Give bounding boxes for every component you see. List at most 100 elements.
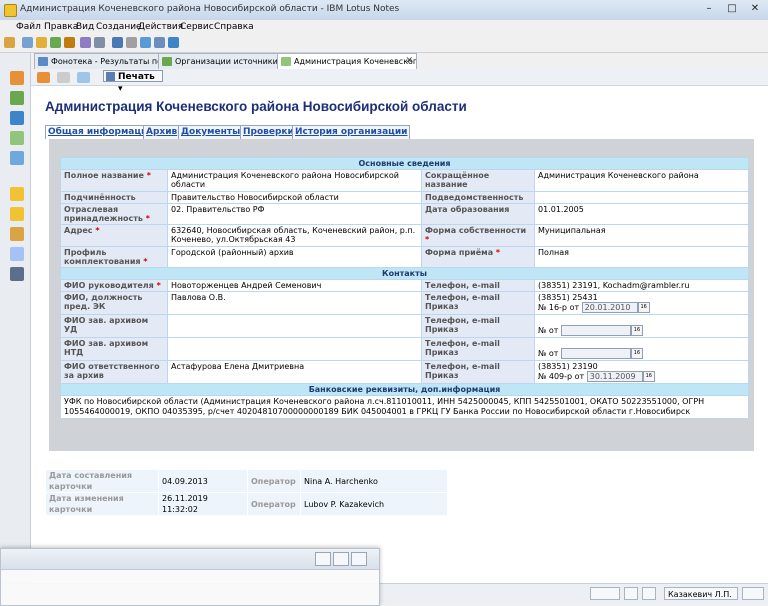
bank-details: УФК по Новосибирской области (Администра… bbox=[60, 395, 749, 419]
tab-organizations[interactable]: Организации источники компл... ✕ bbox=[158, 53, 291, 69]
overlay-maximize-button[interactable] bbox=[333, 552, 349, 566]
founded-value: 01.01.2005 bbox=[534, 203, 749, 225]
print-button[interactable]: Печать ▾ bbox=[103, 70, 163, 94]
bookmark-bar bbox=[0, 53, 31, 583]
ownership-value: Муниципальная bbox=[534, 224, 749, 247]
intake-value: Полная bbox=[534, 246, 749, 268]
calendar-icon[interactable]: 16 bbox=[637, 302, 650, 313]
menu-bar: Файл Правка Вид Создание Действия Сервис… bbox=[0, 20, 768, 34]
commission-chair-label: ФИО, должность пред. ЭК bbox=[60, 291, 168, 315]
tab-inspections[interactable]: Проверки bbox=[240, 125, 297, 139]
online-status-icon[interactable] bbox=[590, 587, 620, 600]
overlay-minimize-button[interactable] bbox=[315, 552, 331, 566]
sync-status-icon[interactable] bbox=[624, 587, 638, 600]
tab-history[interactable]: История организации bbox=[292, 125, 411, 139]
short-name-label: Сокращённое название bbox=[421, 169, 535, 192]
overlay-window-fragment bbox=[0, 548, 380, 606]
mail-status-icon[interactable] bbox=[742, 587, 764, 600]
tab-archive[interactable]: Архив bbox=[143, 125, 181, 139]
paste-icon[interactable] bbox=[168, 37, 179, 48]
director-phone-label: Телефон, e-mail bbox=[421, 279, 535, 292]
window-title: Администрация Коченевского района Новоси… bbox=[20, 4, 400, 14]
order-date-field[interactable] bbox=[560, 325, 631, 336]
tab-label: Администрация Коченевского р... bbox=[294, 57, 417, 66]
menu-create[interactable]: Создание bbox=[96, 22, 142, 32]
copy-icon[interactable] bbox=[154, 37, 165, 48]
responsible-phone-order: (38351) 23190 № 409-р от 30.11.2009 16 bbox=[534, 360, 749, 384]
menu-tools[interactable]: Сервис bbox=[180, 22, 214, 32]
order-date-field[interactable]: 30.11.2009 bbox=[586, 371, 643, 382]
subordination-value: Правительство Новосибирской области bbox=[167, 191, 422, 204]
mail-bookmark-icon[interactable] bbox=[10, 111, 24, 125]
section-bank-header: Банковские реквизиты, доп.информация bbox=[60, 383, 749, 396]
location-user[interactable]: Казакевич Л.П. bbox=[664, 587, 738, 600]
workspace-bookmark-icon[interactable] bbox=[10, 247, 24, 261]
archive-responsible-label: ФИО ответственного за архив bbox=[60, 360, 168, 384]
search-icon[interactable] bbox=[112, 37, 123, 48]
star-icon[interactable] bbox=[36, 37, 47, 48]
modified-label: Дата изменения карточки bbox=[45, 492, 159, 516]
calendar-icon[interactable]: 16 bbox=[630, 348, 643, 359]
menu-file[interactable]: Файл bbox=[16, 22, 41, 32]
lotus-notes-app-icon bbox=[4, 4, 17, 17]
refresh-icon[interactable] bbox=[50, 37, 61, 48]
overlay-close-button[interactable] bbox=[351, 552, 367, 566]
director-label: ФИО руководителя * bbox=[60, 279, 168, 292]
archive-ntd-phone-order-label: Телефон, e-mail Приказ bbox=[421, 337, 535, 361]
copy-document-icon[interactable] bbox=[77, 72, 90, 83]
archive-ud-phone-order-label: Телефон, e-mail Приказ bbox=[421, 314, 535, 338]
address-label: Адрес * bbox=[60, 224, 168, 247]
home-icon[interactable] bbox=[22, 37, 33, 48]
founded-label: Дата образования bbox=[421, 203, 535, 225]
print-button-label: Печать ▾ bbox=[118, 72, 155, 94]
print-icon[interactable] bbox=[140, 37, 151, 48]
calendar-icon[interactable]: 16 bbox=[630, 325, 643, 336]
bookmark-icon[interactable] bbox=[64, 37, 75, 48]
contacts-bookmark-icon[interactable] bbox=[10, 151, 24, 165]
alert-status-icon[interactable] bbox=[642, 587, 656, 600]
commission-phone-order: (38351) 25431 № 16-р от 20.01.2010 16 bbox=[534, 291, 749, 315]
main-toolbar bbox=[0, 34, 768, 53]
close-tab-icon[interactable]: ✕ bbox=[405, 54, 413, 69]
order-date-field[interactable] bbox=[560, 348, 631, 359]
folder-bookmark-icon[interactable] bbox=[10, 187, 24, 201]
full-name-label: Полное название * bbox=[60, 169, 168, 192]
menu-actions[interactable]: Действия bbox=[138, 22, 183, 32]
back-icon[interactable] bbox=[94, 37, 105, 48]
forward-icon[interactable] bbox=[80, 37, 91, 48]
maximize-button[interactable]: □ bbox=[721, 2, 743, 16]
calendar-bookmark-icon[interactable] bbox=[10, 91, 24, 105]
edit-document-icon[interactable] bbox=[37, 72, 50, 83]
minimize-button[interactable]: – bbox=[698, 2, 720, 16]
tab-phonoteka-search[interactable]: Фонотека - Результаты поиска... ✕ bbox=[34, 53, 172, 69]
calendar-icon[interactable]: 16 bbox=[642, 371, 655, 382]
open-icon[interactable] bbox=[4, 37, 15, 48]
industry-value: 02. Правительство РФ bbox=[167, 203, 422, 225]
home-bookmark-icon[interactable] bbox=[10, 71, 24, 85]
tab-documents[interactable]: Документы bbox=[178, 125, 244, 139]
replication-bookmark-icon[interactable] bbox=[10, 227, 24, 241]
archive-head-ud-label: ФИО зав. архивом УД bbox=[60, 314, 168, 338]
todo-bookmark-icon[interactable] bbox=[10, 131, 24, 145]
window-tab-strip: Фонотека - Результаты поиска... ✕ Органи… bbox=[30, 53, 768, 70]
close-window-button[interactable]: ✕ bbox=[744, 2, 766, 16]
departmental-value bbox=[534, 191, 749, 204]
tab-general-info[interactable]: Общая информация bbox=[45, 125, 157, 139]
intake-label: Форма приёма * bbox=[421, 246, 535, 268]
order-date-field[interactable]: 20.01.2010 bbox=[581, 302, 638, 313]
print-icon bbox=[106, 72, 115, 81]
menu-view[interactable]: Вид bbox=[76, 22, 94, 32]
tab-administration[interactable]: Администрация Коченевского р... ✕ bbox=[277, 53, 417, 70]
folder-bookmark-icon[interactable] bbox=[10, 207, 24, 221]
created-value: 04.09.2013 bbox=[158, 469, 248, 493]
organization-card: Основные сведения Полное название * Адми… bbox=[49, 139, 754, 451]
menu-edit[interactable]: Правка bbox=[44, 22, 78, 32]
document-toolbar: Печать ▾ bbox=[31, 69, 768, 94]
edit-icon[interactable] bbox=[126, 37, 137, 48]
menu-help[interactable]: Справка bbox=[214, 22, 254, 32]
subordination-label: Подчинённость bbox=[60, 191, 168, 204]
short-name-value: Администрация Коченевского района bbox=[534, 169, 749, 192]
new-document-icon[interactable] bbox=[57, 72, 70, 83]
card-metadata: Дата составления карточки 04.09.2013 Опе… bbox=[45, 469, 448, 516]
database-bookmark-icon[interactable] bbox=[10, 267, 24, 281]
